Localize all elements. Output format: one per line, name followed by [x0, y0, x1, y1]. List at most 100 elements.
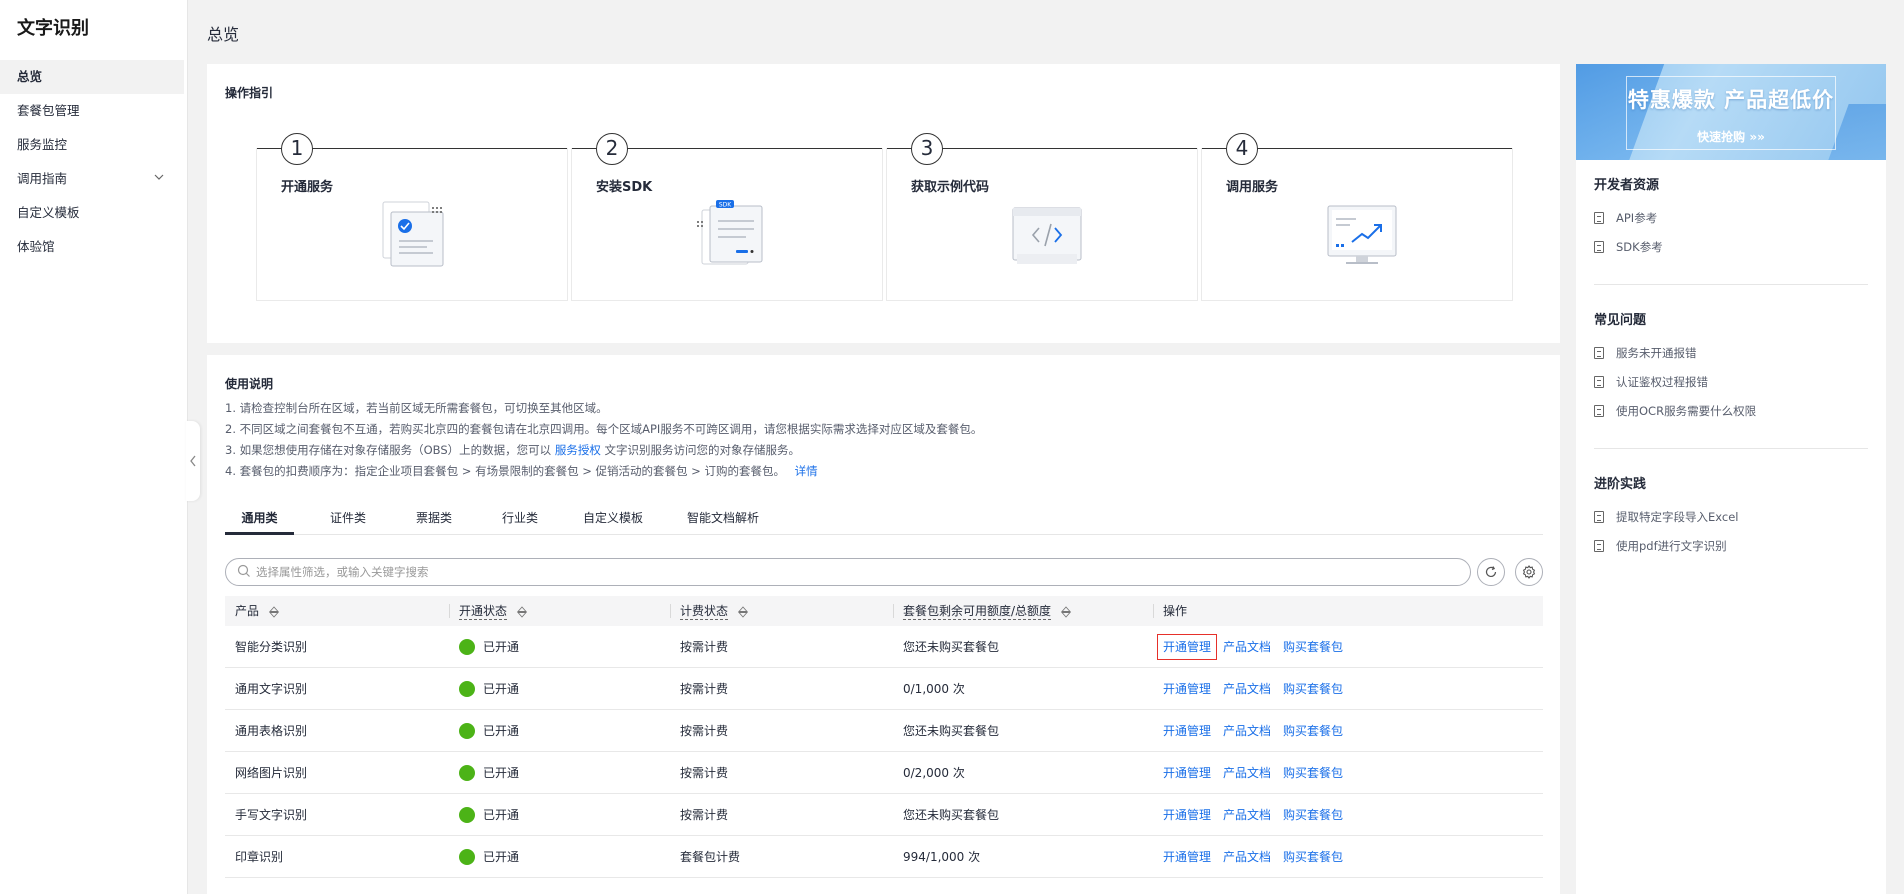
guide-step-2[interactable]: 2 安装SDK SDK	[571, 133, 883, 301]
document-icon	[1594, 346, 1604, 359]
advanced-practice-title: 进阶实践	[1594, 477, 1647, 492]
buy-package-link[interactable]: 购买套餐包	[1283, 724, 1343, 738]
sidebar-item-overview[interactable]: 总览	[0, 60, 184, 94]
header-status[interactable]: 开通状态	[449, 596, 527, 626]
sort-icon	[268, 605, 279, 618]
buy-package-link[interactable]: 购买套餐包	[1283, 766, 1343, 780]
settings-button[interactable]	[1515, 558, 1543, 586]
practice-link[interactable]: 提取特定字段导入Excel	[1594, 509, 1738, 525]
step-label: 获取示例代码	[911, 180, 990, 195]
billing-cell: 按需计费	[680, 766, 729, 780]
tab-industry[interactable]: 行业类	[497, 505, 543, 535]
page-title: 总览	[207, 25, 240, 44]
docs-link[interactable]: 产品文档	[1223, 724, 1271, 738]
usage-note: 4. 套餐包的扣费顺序为：指定企业项目套餐包 > 有场景限制的套餐包 > 促销活…	[225, 461, 982, 482]
product-name: 手写文字识别	[235, 808, 308, 822]
status-cell: 已开通	[459, 752, 519, 794]
sidebar-item-call-guide[interactable]: 调用指南	[0, 162, 188, 196]
status-text: 已开通	[483, 850, 520, 864]
guide-step-4[interactable]: 4 调用服务	[1201, 133, 1513, 301]
faq-link[interactable]: 认证鉴权过程报错	[1594, 374, 1708, 390]
billing-cell: 按需计费	[680, 640, 729, 654]
operation-guide-card: 操作指引 1 开通服务 2 安装SDK SDK 3 获取示例代码 4 调用服务	[207, 64, 1560, 343]
sample-code-icon	[1012, 207, 1082, 264]
docs-link[interactable]: 产品文档	[1223, 640, 1271, 654]
buy-package-link[interactable]: 购买套餐包	[1283, 640, 1343, 654]
header-product[interactable]: 产品	[235, 596, 279, 626]
status-cell: 已开通	[459, 836, 519, 878]
status-text: 已开通	[483, 808, 520, 822]
billing-cell: 按需计费	[680, 724, 729, 738]
docs-link[interactable]: 产品文档	[1223, 850, 1271, 864]
header-billing[interactable]: 计费状态	[670, 596, 748, 626]
tab-smart-document[interactable]: 智能文档解析	[687, 505, 759, 535]
tab-certificates[interactable]: 证件类	[325, 505, 371, 535]
status-dot	[459, 722, 475, 739]
docs-link[interactable]: 产品文档	[1223, 808, 1271, 822]
service-authorization-link[interactable]: 服务授权	[555, 443, 601, 457]
sidebar-item-service-monitor[interactable]: 服务监控	[0, 128, 188, 162]
docs-link[interactable]: 产品文档	[1223, 682, 1271, 696]
table-row: 印章识别 已开通 套餐包计费 994/1,000 次 开通管理 产品文档 购买套餐包	[225, 836, 1543, 878]
status-dot	[459, 848, 475, 865]
refresh-button[interactable]	[1477, 558, 1505, 586]
tab-custom-template[interactable]: 自定义模板	[583, 505, 643, 535]
category-tabs: 通用类 证件类 票据类 行业类 自定义模板 智能文档解析	[225, 505, 1543, 535]
table-header: 产品 开通状态 计费状态 套餐包剩余可用额度/总额度 操作	[225, 596, 1543, 626]
tab-general[interactable]: 通用类	[225, 505, 294, 535]
column-divider	[449, 604, 450, 618]
step-number: 3	[911, 133, 943, 165]
call-service-monitor-icon	[1327, 205, 1397, 264]
manage-link[interactable]: 开通管理	[1156, 634, 1218, 660]
manage-link[interactable]: 开通管理	[1163, 682, 1211, 696]
buy-package-link[interactable]: 购买套餐包	[1283, 850, 1343, 864]
tab-receipts[interactable]: 票据类	[411, 505, 457, 535]
table-row: 通用表格识别 已开通 按需计费 您还未购买套餐包 开通管理 产品文档 购买套餐包	[225, 710, 1543, 752]
sidebar-item-experience-hall[interactable]: 体验馆	[0, 230, 188, 264]
left-sidebar: 文字识别 总览 套餐包管理 服务监控 调用指南 自定义模板 体验馆	[0, 0, 188, 894]
header-ops: 操作	[1153, 596, 1187, 626]
docs-link[interactable]: 产品文档	[1223, 766, 1271, 780]
billing-cell: 按需计费	[680, 682, 729, 696]
step-number: 4	[1226, 133, 1258, 165]
manage-link[interactable]: 开通管理	[1163, 766, 1211, 780]
sidebar-collapse-handle[interactable]	[186, 421, 200, 501]
status-cell: 已开通	[459, 668, 519, 710]
manage-link[interactable]: 开通管理	[1163, 808, 1211, 822]
details-link[interactable]: 详情	[795, 464, 818, 478]
status-cell: 已开通	[459, 710, 519, 752]
guide-step-3[interactable]: 3 获取示例代码	[886, 133, 1198, 301]
app-title: 文字识别	[17, 18, 89, 39]
developer-resources-title: 开发者资源	[1594, 178, 1660, 193]
status-cell: 已开通	[459, 626, 519, 668]
guide-step-1[interactable]: 1 开通服务	[256, 133, 568, 301]
sort-icon	[1060, 605, 1071, 618]
sidebar-item-custom-template[interactable]: 自定义模板	[0, 196, 188, 230]
product-name: 通用文字识别	[235, 682, 308, 696]
buy-package-link[interactable]: 购买套餐包	[1283, 808, 1343, 822]
header-label: 套餐包剩余可用额度/总额度	[903, 604, 1052, 620]
practice-link[interactable]: 使用pdf进行文字识别	[1594, 538, 1727, 554]
status-dot	[459, 764, 475, 781]
guide-title: 操作指引	[225, 86, 274, 100]
manage-link[interactable]: 开通管理	[1163, 850, 1211, 864]
buy-package-link[interactable]: 购买套餐包	[1283, 682, 1343, 696]
faq-link[interactable]: 使用OCR服务需要什么权限	[1594, 403, 1756, 419]
link-label: SDK参考	[1616, 240, 1663, 254]
usage-note: 2. 不同区域之间套餐包不互通，若购买北京四的套餐包请在北京四调用。每个区域AP…	[225, 422, 983, 436]
banner-cta[interactable]: 快速抢购 »»	[1576, 128, 1886, 145]
api-reference-link[interactable]: API参考	[1594, 210, 1657, 226]
sidebar-item-package-management[interactable]: 套餐包管理	[0, 94, 188, 128]
sidebar-menu: 总览 套餐包管理 服务监控 调用指南 自定义模板 体验馆	[0, 60, 188, 264]
status-text: 已开通	[483, 766, 520, 780]
search-input[interactable]	[256, 563, 1456, 581]
sort-icon	[737, 605, 748, 618]
sdk-reference-link[interactable]: SDK参考	[1594, 239, 1663, 255]
faq-link[interactable]: 服务未开通报错	[1594, 345, 1697, 361]
manage-link[interactable]: 开通管理	[1163, 724, 1211, 738]
promo-banner[interactable]: 特惠爆款 产品超低价 快速抢购 »»	[1576, 64, 1886, 160]
step-label: 开通服务	[281, 180, 334, 195]
usage-note: 1. 请检查控制台所在区域，若当前区域无所需套餐包，可切换至其他区域。	[225, 401, 608, 415]
header-quota[interactable]: 套餐包剩余可用额度/总额度	[893, 596, 1071, 626]
ops-cell: 开通管理 产品文档 购买套餐包	[1163, 836, 1355, 878]
